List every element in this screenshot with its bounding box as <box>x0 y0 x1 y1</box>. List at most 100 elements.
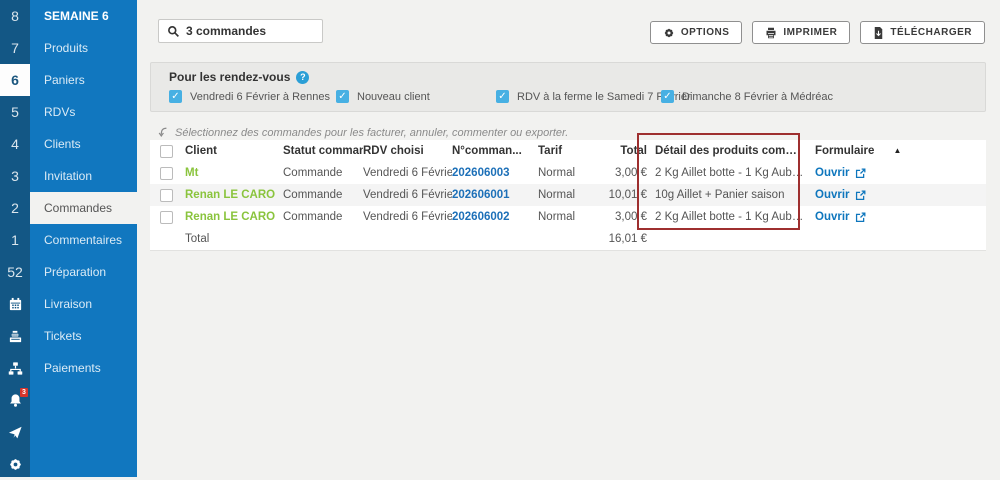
table-row: Renan LE CARO Commande Vendredi 6 Févrie… <box>150 184 986 206</box>
week-number-3[interactable]: 3 <box>0 160 30 192</box>
row-checkbox[interactable] <box>160 167 173 180</box>
statut-cell: Commande <box>283 162 363 184</box>
week-number-5[interactable]: 5 <box>0 96 30 128</box>
filter-label: Dimanche 8 Février à Médréac <box>682 91 833 103</box>
toolbar-buttons: OPTIONS IMPRIMER TÉLÉCHARGER <box>650 21 985 44</box>
sidebar-item-commandes[interactable]: Commandes <box>30 192 137 224</box>
client-link[interactable]: Renan LE CARO <box>185 184 283 206</box>
statut-cell: Commande <box>283 206 363 228</box>
calendar-icon[interactable] <box>0 288 30 320</box>
open-form-link[interactable]: Ouvrir <box>815 184 850 206</box>
options-button[interactable]: OPTIONS <box>650 21 743 44</box>
week-number-1[interactable]: 1 <box>0 224 30 256</box>
help-icon[interactable]: ? <box>296 71 309 84</box>
download-button-label: TÉLÉCHARGER <box>890 27 972 38</box>
sidebar-item-paiements[interactable]: Paiements <box>30 352 137 384</box>
checkbox-checked-icon: ✓ <box>169 90 182 103</box>
download-button[interactable]: TÉLÉCHARGER <box>860 21 985 44</box>
rendezvous-filterbar: Pour les rendez-vous ? ✓ Vendredi 6 Févr… <box>150 62 986 112</box>
filter-label: Vendredi 6 Février à Rennes <box>190 91 330 103</box>
filter-checkbox-vendredi-rennes[interactable]: ✓ Vendredi 6 Février à Rennes <box>169 90 330 103</box>
filter-checkbox-nouveau-client[interactable]: ✓ Nouveau client <box>336 90 430 103</box>
print-button[interactable]: IMPRIMER <box>752 21 850 44</box>
search-input[interactable]: 3 commandes <box>158 19 323 43</box>
cash-register-icon[interactable] <box>0 320 30 352</box>
external-link-icon[interactable] <box>855 212 866 223</box>
week-number-7[interactable]: 7 <box>0 32 30 64</box>
row-checkbox[interactable] <box>160 211 173 224</box>
order-number-link[interactable]: 202606001 <box>452 189 510 201</box>
col-header-rdv[interactable]: RDV choisi <box>363 140 452 162</box>
gear-icon[interactable] <box>0 448 30 480</box>
select-all-checkbox[interactable] <box>160 145 173 158</box>
open-form-link[interactable]: Ouvrir <box>815 162 850 184</box>
week-number-2[interactable]: 2 <box>0 192 30 224</box>
download-icon <box>873 27 884 39</box>
total-cell: 3,00 € <box>600 162 647 184</box>
total-cell: 10,01 € <box>600 184 647 206</box>
tarif-cell: Normal <box>538 162 600 184</box>
week-number-8[interactable]: 8 <box>0 0 30 32</box>
rdv-cell: Vendredi 6 Févrie... <box>363 162 452 184</box>
col-header-detail[interactable]: Détail des produits commandés... <box>655 140 805 162</box>
week-number-6-active[interactable]: 6 <box>0 64 30 96</box>
selection-hint-text: Sélectionnez des commandes pour les fact… <box>175 127 568 139</box>
sidebar-item-clients[interactable]: Clients <box>30 128 137 160</box>
total-cell: 3,00 € <box>600 206 647 228</box>
col-header-formulaire[interactable]: Formulaire ▲ <box>815 140 955 162</box>
sidebar-item-livraison[interactable]: Livraison <box>30 288 137 320</box>
sidebar-strip: 8 7 6 5 4 3 2 1 52 3 <box>0 0 30 477</box>
col-header-total[interactable]: Total <box>600 140 647 162</box>
col-header-tarif[interactable]: Tarif <box>538 140 600 162</box>
week-number-52[interactable]: 52 <box>0 256 30 288</box>
filterbar-title: Pour les rendez-vous ? <box>169 70 309 84</box>
external-link-icon[interactable] <box>855 190 866 201</box>
sidebar-item-tickets[interactable]: Tickets <box>30 320 137 352</box>
statut-cell: Commande <box>283 184 363 206</box>
col-header-numero[interactable]: N°comman... <box>452 140 538 162</box>
sort-asc-icon: ▲ <box>893 140 901 162</box>
external-link-icon[interactable] <box>855 168 866 179</box>
order-number-link[interactable]: 202606003 <box>452 167 510 179</box>
row-checkbox[interactable] <box>160 189 173 202</box>
table-footer-row: Total 16,01 € <box>150 228 986 250</box>
table-row: Mt Commande Vendredi 6 Févrie... 2026060… <box>150 162 986 184</box>
tarif-cell: Normal <box>538 206 600 228</box>
detail-cell: 2 Kg Aillet botte - 1 Kg Aubergines <box>655 206 805 228</box>
curved-arrow-icon <box>157 126 169 139</box>
printer-icon <box>765 27 777 39</box>
send-icon[interactable] <box>0 416 30 448</box>
sidebar-item-preparation[interactable]: Préparation <box>30 256 137 288</box>
order-number-link[interactable]: 202606002 <box>452 211 510 223</box>
client-link[interactable]: Mt <box>185 162 283 184</box>
sidebar-item-invitation[interactable]: Invitation <box>30 160 137 192</box>
week-number-4[interactable]: 4 <box>0 128 30 160</box>
main-content: 3 commandes OPTIONS IMPRIMER TÉLÉCHARGER… <box>137 0 1000 477</box>
sidebar-item-produits[interactable]: Produits <box>30 32 137 64</box>
notification-badge: 3 <box>20 388 28 397</box>
sidebar-item-commentaires[interactable]: Commentaires <box>30 224 137 256</box>
col-header-statut[interactable]: Statut comman... <box>283 140 363 162</box>
table-row: Renan LE CARO Commande Vendredi 6 Févrie… <box>150 206 986 228</box>
filter-checkbox-dimanche-medreac[interactable]: ✓ Dimanche 8 Février à Médréac <box>661 90 833 103</box>
col-header-client[interactable]: Client <box>185 140 283 162</box>
sitemap-icon[interactable] <box>0 352 30 384</box>
filterbar-title-text: Pour les rendez-vous <box>169 70 290 84</box>
sidebar-item-semaine[interactable]: SEMAINE 6 <box>30 0 137 32</box>
checkbox-checked-icon: ✓ <box>336 90 349 103</box>
filter-label: Nouveau client <box>357 91 430 103</box>
col-header-formulaire-label: Formulaire <box>815 140 874 162</box>
gear-icon <box>663 27 675 39</box>
sidebar-menu: SEMAINE 6 Produits Paniers RDVs Clients … <box>30 0 137 477</box>
sidebar-item-rdvs[interactable]: RDVs <box>30 96 137 128</box>
footer-total-value: 16,01 € <box>600 228 647 250</box>
search-icon <box>167 25 180 38</box>
open-form-link[interactable]: Ouvrir <box>815 206 850 228</box>
detail-cell: 2 Kg Aillet botte - 1 Kg Aubergines <box>655 162 805 184</box>
sidebar-item-paniers[interactable]: Paniers <box>30 64 137 96</box>
checkbox-checked-icon: ✓ <box>661 90 674 103</box>
client-link[interactable]: Renan LE CARO <box>185 206 283 228</box>
tarif-cell: Normal <box>538 184 600 206</box>
orders-table: Client Statut comman... RDV choisi N°com… <box>150 140 986 251</box>
bell-icon[interactable]: 3 <box>0 384 30 416</box>
